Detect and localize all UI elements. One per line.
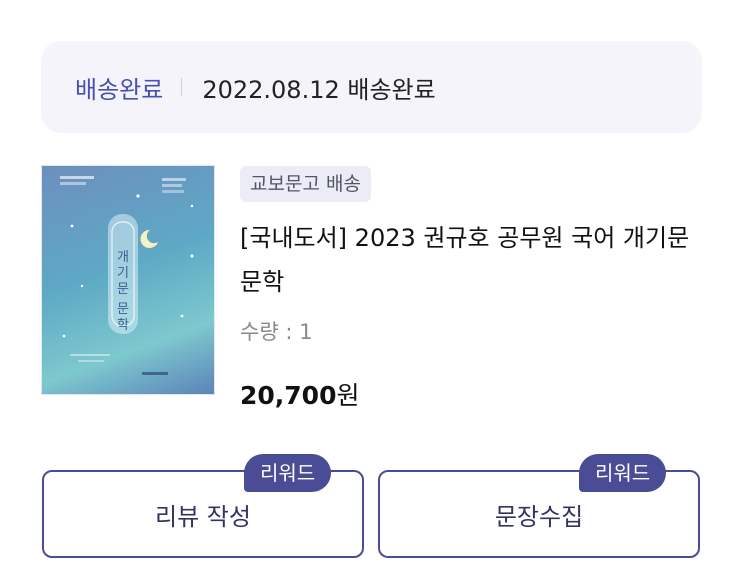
svg-text:문: 문 xyxy=(117,282,129,297)
order-item-page: 배송완료 2022.08.12 배송완료 개 기 문 문 학 교보문고 배송 [… xyxy=(0,0,743,581)
svg-text:문: 문 xyxy=(117,302,129,317)
reward-badge-review: 리워드 xyxy=(244,454,332,492)
product-info: 교보문고 배송 [국내도서] 2023 권규호 공무원 국어 개기문 문학 수량… xyxy=(240,166,710,412)
collect-sentence-label: 문장수집 xyxy=(494,502,584,531)
status-divider xyxy=(181,78,183,96)
price-unit: 원 xyxy=(336,381,360,410)
book-cover-image[interactable]: 개 기 문 문 학 xyxy=(42,166,214,394)
svg-text:학: 학 xyxy=(117,318,129,333)
product-title[interactable]: [국내도서] 2023 권규호 공무원 국어 개기문 문학 xyxy=(240,216,710,304)
book-cover-art: 개 기 문 문 학 xyxy=(60,176,194,375)
delivery-type-badge: 교보문고 배송 xyxy=(240,166,371,202)
delivery-status-label: 배송완료 xyxy=(75,75,164,104)
price-value: 20,700 xyxy=(240,381,337,410)
quantity-text: 수량 : 1 xyxy=(240,320,313,344)
svg-text:개: 개 xyxy=(117,250,129,265)
svg-text:기: 기 xyxy=(117,266,129,281)
delivery-date-text: 2022.08.12 배송완료 xyxy=(202,75,436,104)
write-review-label: 리뷰 작성 xyxy=(155,502,251,531)
reward-badge-sentence: 리워드 xyxy=(579,454,667,492)
price-text: 20,700원 xyxy=(240,376,710,412)
delivery-status-bar: 배송완료 2022.08.12 배송완료 xyxy=(41,41,702,133)
